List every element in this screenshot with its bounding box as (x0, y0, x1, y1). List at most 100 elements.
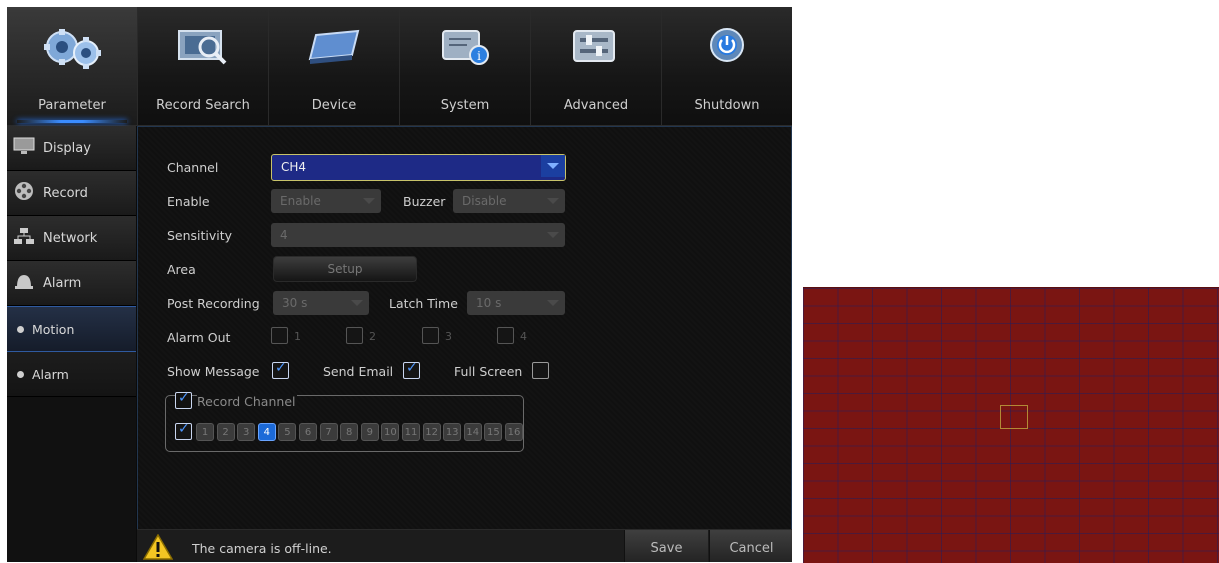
chevron-down-icon (363, 198, 375, 204)
film-reel-icon (13, 181, 35, 205)
area-label: Area (167, 262, 196, 277)
alarm-out-1-label: 1 (294, 330, 301, 343)
cancel-button[interactable]: Cancel (709, 530, 792, 562)
post-recording-label: Post Recording (167, 296, 260, 311)
tab-advanced[interactable]: Advanced (531, 7, 662, 125)
sidebar-item-record[interactable]: Record (7, 171, 136, 216)
buzzer-select[interactable]: Disable (453, 189, 565, 213)
system-info-icon: i (437, 27, 493, 71)
show-message-label: Show Message (167, 364, 260, 379)
record-channel-button-11[interactable]: 11 (402, 423, 420, 441)
tab-label: Parameter (38, 98, 106, 113)
chevron-down-icon (547, 163, 559, 169)
chevron-down-icon (547, 300, 559, 306)
power-icon (705, 27, 749, 71)
record-channel-button-10[interactable]: 10 (381, 423, 400, 441)
send-email-label: Send Email (323, 364, 394, 379)
tab-parameter[interactable]: Parameter (7, 7, 138, 125)
post-recording-value: 30 s (282, 296, 308, 310)
sidebar-item-alarm[interactable]: Alarm (7, 261, 136, 306)
record-channel-button-14[interactable]: 14 (463, 423, 482, 441)
sensitivity-label: Sensitivity (167, 228, 233, 243)
sidebar-item-network[interactable]: Network (7, 216, 136, 261)
record-channel-button-8[interactable]: 8 (340, 423, 359, 441)
sidebar-item-label: Alarm (43, 275, 82, 291)
channel-select[interactable]: CH4 (271, 154, 566, 181)
warning-icon (142, 533, 174, 562)
motion-area-preview[interactable] (803, 287, 1219, 563)
buzzer-label: Buzzer (403, 194, 446, 209)
record-channel-button-3[interactable]: 3 (237, 423, 256, 441)
tab-device[interactable]: Device (269, 7, 400, 125)
full-screen-label: Full Screen (454, 364, 523, 379)
top-navigation: Parameter Record Search Device i System … (7, 7, 792, 126)
setup-button[interactable]: Setup (273, 256, 417, 282)
alarm-out-4-label: 4 (520, 330, 527, 343)
chevron-down-icon (351, 300, 363, 306)
bullet-icon (17, 370, 24, 378)
record-channel-button-2[interactable]: 2 (216, 423, 235, 441)
send-email-checkbox[interactable] (403, 360, 420, 379)
alarm-out-3-checkbox[interactable] (422, 327, 439, 344)
tab-record-search[interactable]: Record Search (138, 7, 269, 125)
alarm-out-2-checkbox[interactable] (346, 327, 363, 344)
tab-label: Record Search (156, 98, 250, 113)
hard-drive-icon (306, 27, 362, 71)
record-channel-button-5[interactable]: 5 (278, 423, 297, 441)
alarm-out-4-checkbox[interactable] (497, 327, 514, 344)
sidebar-item-label: Network (43, 230, 98, 246)
record-channel-button-7[interactable]: 7 (319, 423, 338, 441)
motion-settings-panel: Channel CH4 Enable Enable Buzzer Disable… (137, 126, 792, 538)
channel-label: Channel (167, 160, 219, 175)
status-bar: The camera is off-line. Save Cancel (137, 529, 792, 562)
sidebar-item-label: Motion (32, 321, 75, 337)
show-message-checkbox[interactable] (272, 360, 289, 379)
film-search-icon (175, 27, 231, 71)
svg-text:i: i (477, 49, 481, 63)
latch-time-select[interactable]: 10 s (467, 291, 565, 315)
record-channel-checkbox[interactable] (175, 390, 192, 409)
network-icon (13, 227, 35, 249)
dvr-window: Parameter Record Search Device i System … (7, 7, 792, 562)
sidebar-item-label: Alarm (32, 366, 69, 382)
chevron-down-icon (547, 198, 559, 204)
status-message: The camera is off-line. (192, 541, 332, 556)
post-recording-select[interactable]: 30 s (273, 291, 369, 315)
record-channel-button-1[interactable]: 1 (196, 423, 214, 441)
tab-label: Device (311, 98, 357, 113)
gears-icon (40, 27, 104, 75)
sensitivity-select[interactable]: 4 (271, 223, 565, 247)
record-channel-button-16[interactable]: 16 (505, 423, 523, 441)
channel-value: CH4 (281, 160, 307, 174)
save-button[interactable]: Save (624, 530, 708, 562)
enable-value: Enable (280, 194, 321, 208)
record-channel-all-checkbox[interactable] (175, 421, 192, 440)
record-channel-button-12[interactable]: 12 (422, 423, 441, 441)
alarm-out-2-label: 2 (369, 330, 376, 343)
sidebar-item-alarm-sub[interactable]: Alarm (7, 352, 136, 397)
record-channel-button-6[interactable]: 6 (299, 423, 317, 441)
latch-time-label: Latch Time (389, 296, 458, 311)
tab-label: System (440, 98, 490, 113)
tab-label: Advanced (563, 98, 629, 113)
sidebar-item-motion[interactable]: Motion (7, 306, 136, 352)
enable-select[interactable]: Enable (271, 189, 381, 213)
tab-system[interactable]: i System (400, 7, 531, 125)
record-channel-label: Record Channel (197, 394, 298, 409)
record-channel-button-9[interactable]: 9 (360, 423, 379, 441)
bullet-icon (17, 325, 24, 333)
selected-area-cell[interactable] (1000, 405, 1028, 429)
sensitivity-value: 4 (280, 228, 288, 242)
tab-shutdown[interactable]: Shutdown (662, 7, 792, 125)
dropdown-button (541, 155, 565, 177)
sidebar-item-display[interactable]: Display (7, 126, 136, 171)
alarm-out-1-checkbox[interactable] (271, 327, 288, 344)
record-channel-button-4[interactable]: 4 (257, 423, 276, 441)
record-channel-button-15[interactable]: 15 (484, 423, 503, 441)
sidebar: Display Record Network Alarm Motion Alar… (7, 126, 136, 562)
full-screen-checkbox[interactable] (532, 362, 549, 379)
tab-label: Shutdown (694, 98, 760, 113)
sliders-icon (568, 27, 624, 71)
enable-label: Enable (167, 194, 210, 209)
record-channel-button-13[interactable]: 13 (443, 423, 462, 441)
